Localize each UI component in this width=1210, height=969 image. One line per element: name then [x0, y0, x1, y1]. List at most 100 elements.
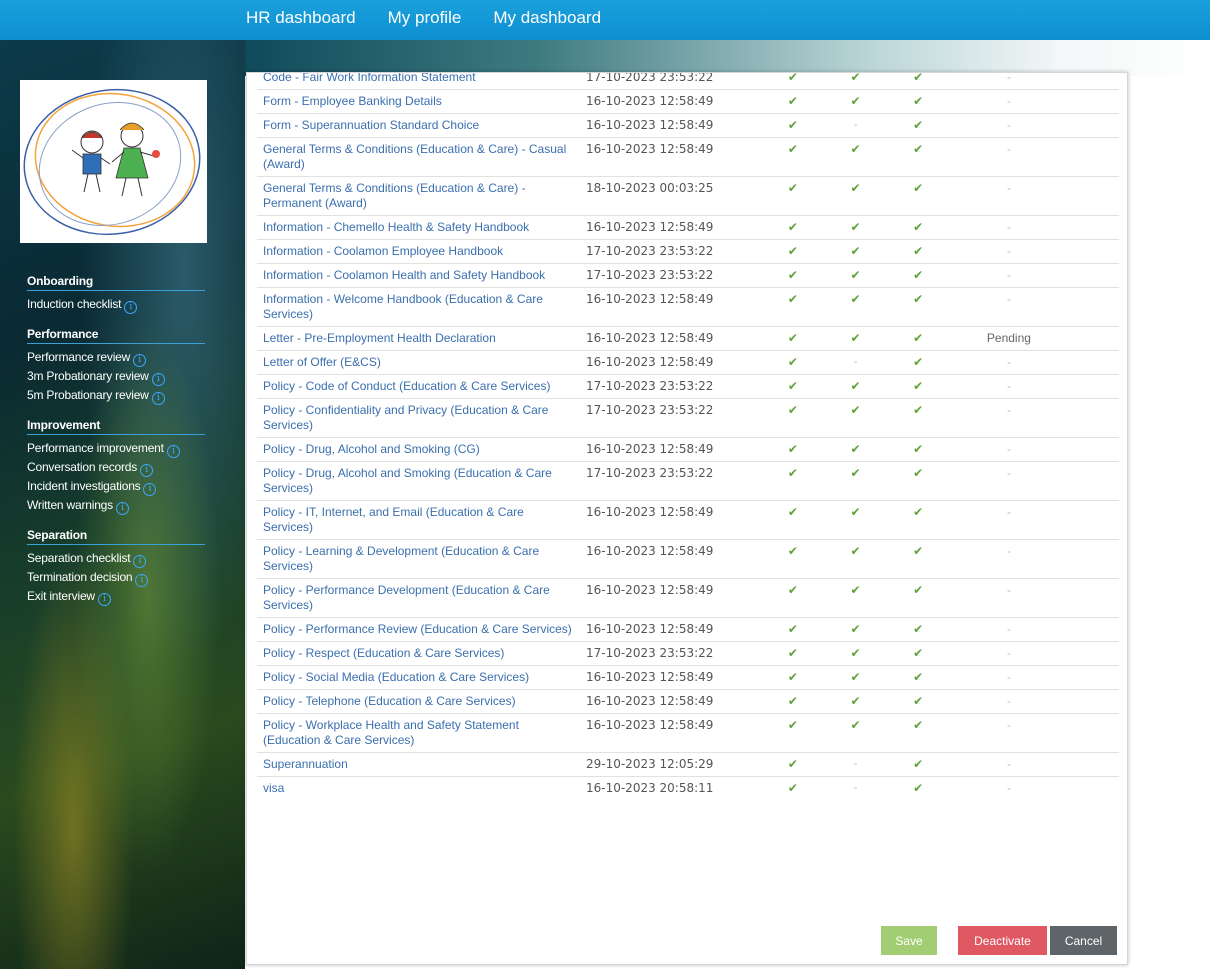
- document-name-link[interactable]: Information - Welcome Handbook (Educatio…: [257, 287, 580, 327]
- document-name-link[interactable]: Form - Employee Banking Details: [257, 89, 580, 114]
- document-date: 17-10-2023 23:53:22: [579, 398, 762, 438]
- info-icon[interactable]: i: [166, 445, 180, 458]
- info-icon[interactable]: i: [124, 301, 138, 314]
- document-name-link[interactable]: Information - Coolamon Health and Safety…: [257, 263, 580, 288]
- check-icon: ✔: [886, 215, 950, 240]
- document-date: 16-10-2023 12:58:49: [579, 113, 762, 138]
- row-spacer: [1068, 539, 1119, 579]
- document-name-link[interactable]: Policy - Telephone (Education & Care Ser…: [257, 689, 580, 714]
- document-name-link[interactable]: Information - Chemello Health & Safety H…: [257, 215, 580, 240]
- row-spacer: [1068, 326, 1119, 351]
- sidebar-item-induction-checklist[interactable]: Induction checklist i: [27, 295, 205, 314]
- document-name-link[interactable]: Policy - Performance Development (Educat…: [257, 578, 580, 618]
- sidebar-item-exit-interview[interactable]: Exit interview i: [27, 587, 205, 606]
- document-name-link[interactable]: Policy - Respect (Education & Care Servi…: [257, 641, 580, 666]
- row-spacer: [1068, 215, 1119, 240]
- check-icon: ✔: [761, 239, 825, 264]
- row-spacer: [1068, 113, 1119, 138]
- sidebar-item-label: Conversation records: [27, 460, 138, 474]
- document-date: 17-10-2023 23:53:22: [579, 263, 762, 288]
- check-icon: ✔: [886, 713, 950, 753]
- sidebar: Onboarding Induction checklist i Performa…: [27, 274, 205, 619]
- check-icon: ✔: [824, 239, 887, 264]
- deactivate-button[interactable]: Deactivate: [958, 926, 1047, 955]
- document-name-link[interactable]: Policy - Code of Conduct (Education & Ca…: [257, 374, 580, 399]
- sidebar-item-3m-probationary-review[interactable]: 3m Probationary review i: [27, 367, 205, 386]
- sidebar-item-performance-improvement[interactable]: Performance improvement i: [27, 439, 205, 458]
- document-status: -: [949, 73, 1069, 90]
- table-row: Form - Employee Banking Details 16-10-202…: [257, 89, 1119, 114]
- nav-link-my-profile[interactable]: My profile: [388, 8, 462, 28]
- info-icon[interactable]: i: [115, 502, 129, 515]
- check-icon: ✔: [886, 617, 950, 642]
- check-icon: ✔: [824, 137, 887, 177]
- sidebar-item-written-warnings[interactable]: Written warnings i: [27, 496, 205, 515]
- info-icon[interactable]: i: [151, 392, 165, 405]
- nav-link-my-dashboard[interactable]: My dashboard: [493, 8, 601, 28]
- info-icon[interactable]: i: [151, 373, 165, 386]
- document-name-link[interactable]: Policy - Social Media (Education & Care …: [257, 665, 580, 690]
- sidebar-item-performance-review[interactable]: Performance review i: [27, 348, 205, 367]
- save-button[interactable]: Save: [881, 926, 937, 955]
- document-name-link[interactable]: Policy - Learning & Development (Educati…: [257, 539, 580, 579]
- document-date: 16-10-2023 12:58:49: [579, 665, 762, 690]
- check-icon: ✔: [886, 752, 950, 777]
- sidebar-item-separation-checklist[interactable]: Separation checklist i: [27, 549, 205, 568]
- document-name-link[interactable]: Policy - IT, Internet, and Email (Educat…: [257, 500, 580, 540]
- document-status: -: [949, 500, 1069, 540]
- document-name-link[interactable]: Form - Superannuation Standard Choice: [257, 113, 580, 138]
- table-row: Policy - Telephone (Education & Care Ser…: [257, 689, 1119, 714]
- document-name-link[interactable]: Policy - Performance Review (Education &…: [257, 617, 580, 642]
- row-spacer: [1068, 398, 1119, 438]
- check-icon: ✔: [886, 176, 950, 216]
- document-name-link[interactable]: Superannuation: [257, 752, 580, 777]
- info-icon[interactable]: i: [133, 555, 147, 568]
- table-row: Policy - Performance Development (Educat…: [257, 578, 1119, 618]
- info-icon[interactable]: i: [135, 574, 149, 587]
- document-name-link[interactable]: Policy - Drug, Alcohol and Smoking (CG): [257, 437, 580, 462]
- header-banner-strip: [245, 40, 1210, 76]
- row-spacer: [1068, 689, 1119, 714]
- document-status: -: [949, 215, 1069, 240]
- sidebar-item-incident-investigations[interactable]: Incident investigations i: [27, 477, 205, 496]
- table-row: Policy - Learning & Development (Educati…: [257, 539, 1119, 579]
- check-icon: ✔: [886, 263, 950, 288]
- document-name-link[interactable]: Information - Coolamon Employee Handbook: [257, 239, 580, 264]
- check-icon: ✔: [886, 665, 950, 690]
- cancel-button[interactable]: Cancel: [1050, 926, 1117, 955]
- sidebar-item-conversation-records[interactable]: Conversation records i: [27, 458, 205, 477]
- document-name-link[interactable]: Letter - Pre-Employment Health Declarati…: [257, 326, 580, 351]
- info-icon[interactable]: i: [97, 593, 111, 606]
- nav-link-hr-dashboard[interactable]: HR dashboard: [246, 8, 356, 28]
- document-name-link[interactable]: Policy - Drug, Alcohol and Smoking (Educ…: [257, 461, 580, 501]
- row-spacer: [1068, 713, 1119, 753]
- info-icon[interactable]: i: [133, 354, 147, 367]
- table-row: Policy - Drug, Alcohol and Smoking (CG) 1…: [257, 437, 1119, 462]
- document-name-link[interactable]: General Terms & Conditions (Education & …: [257, 137, 580, 177]
- document-name-link[interactable]: Code - Fair Work Information Statement: [257, 73, 580, 90]
- info-icon[interactable]: i: [140, 464, 154, 477]
- documents-table-body: Code - Fair Work Information Statement 17…: [257, 73, 1119, 800]
- table-row: General Terms & Conditions (Education & …: [257, 176, 1119, 216]
- check-icon: ✔: [761, 578, 825, 618]
- sidebar-item-label: 5m Probationary review: [27, 388, 149, 402]
- check-icon: ✔: [824, 287, 887, 327]
- document-name-link[interactable]: General Terms & Conditions (Education & …: [257, 176, 580, 216]
- sidebar-item-termination-decision[interactable]: Termination decision i: [27, 568, 205, 587]
- document-name-link[interactable]: Letter of Offer (E&CS): [257, 350, 580, 375]
- check-icon: ✔: [886, 641, 950, 666]
- document-name-link[interactable]: Policy - Confidentiality and Privacy (Ed…: [257, 398, 580, 438]
- row-spacer: [1068, 461, 1119, 501]
- row-spacer: [1068, 73, 1119, 90]
- info-icon[interactable]: i: [143, 483, 157, 496]
- row-spacer: [1068, 437, 1119, 462]
- document-name-link[interactable]: visa: [257, 776, 580, 800]
- document-name-link[interactable]: Policy - Workplace Health and Safety Sta…: [257, 713, 580, 753]
- document-date: 16-10-2023 12:58:49: [579, 539, 762, 579]
- documents-panel: Code - Fair Work Information Statement 17…: [246, 72, 1128, 965]
- sidebar-item-5m-probationary-review[interactable]: 5m Probationary review i: [27, 386, 205, 405]
- row-spacer: [1068, 617, 1119, 642]
- table-row: Information - Coolamon Health and Safety…: [257, 263, 1119, 288]
- check-icon: ✔: [886, 398, 950, 438]
- document-status: -: [949, 137, 1069, 177]
